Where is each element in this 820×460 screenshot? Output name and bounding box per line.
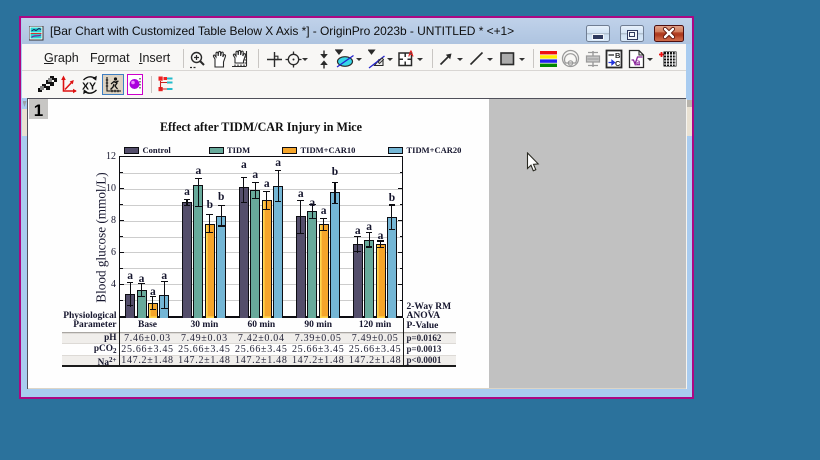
svg-text:A: A	[408, 50, 414, 59]
svg-text:C: C	[615, 59, 621, 68]
